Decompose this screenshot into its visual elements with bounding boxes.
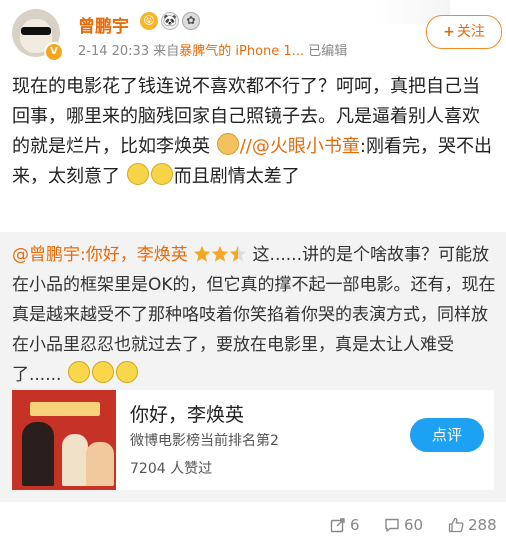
follow-label: 关注 xyxy=(456,24,485,40)
star-full-icon xyxy=(194,245,211,262)
crying-emoji-icon xyxy=(91,361,114,383)
like-count: 288 xyxy=(468,516,497,534)
repost-icon xyxy=(330,518,345,533)
movie-rank: 微博电影榜当前排名第2 xyxy=(130,433,279,449)
repost-separator: // xyxy=(239,136,252,157)
smirk-emoji-icon xyxy=(126,163,149,185)
like-action[interactable]: 288 xyxy=(448,516,497,534)
post-tail: 而且剧情太差了 xyxy=(173,166,300,187)
flower-badge-icon: ✿ xyxy=(182,12,200,30)
thumbs-up-icon xyxy=(448,517,464,533)
post-text: 现在的电影花了钱连说不喜欢都不行了？呵呵，真把自己当回事，哪里来的脑残回家自己照… xyxy=(12,72,494,192)
comment-icon xyxy=(385,518,399,532)
movie-title[interactable]: 你好，李焕英 xyxy=(130,400,244,427)
repost-count: 6 xyxy=(350,516,360,534)
post-source[interactable]: 暴脾气的 iPhone 1... xyxy=(179,44,304,59)
crying-emoji-icon xyxy=(115,361,138,383)
repost-text: @曾鹏宇:你好，李焕英 这......讲的是个啥故事？可能放在小品的框架里是OK… xyxy=(12,240,496,390)
poster-figure xyxy=(22,422,54,486)
mention-link[interactable]: @火眼小书童 xyxy=(252,136,360,157)
star-half-icon xyxy=(230,245,247,262)
repost-author-mention[interactable]: @曾鹏宇 xyxy=(12,245,80,265)
doge-emoji-icon xyxy=(216,133,239,155)
post-time: 2-14 20:33 xyxy=(78,44,150,59)
star-full-icon xyxy=(212,245,229,262)
movie-card[interactable]: 你好，李焕英 微博电影榜当前排名第2 7204 人赞过 点评 xyxy=(12,390,494,490)
smirk-emoji-icon xyxy=(150,163,173,185)
crying-emoji-icon xyxy=(67,361,90,383)
post-header: V 曾鹏宇 😝 🐼 ✿ 2-14 20:33 来自暴脾气的 iPhone 1..… xyxy=(0,0,506,66)
panda-badge-icon: 🐼 xyxy=(161,12,179,30)
user-badges: 😝 🐼 ✿ xyxy=(140,12,200,30)
repost-intro[interactable]: :你好，李焕英 xyxy=(80,245,188,265)
rate-button[interactable]: 点评 xyxy=(410,418,484,452)
edited-label: 已编辑 xyxy=(308,44,348,59)
repost-card[interactable]: @曾鹏宇:你好，李焕英 这......讲的是个啥故事？可能放在小品的框架里是OK… xyxy=(0,232,506,502)
username[interactable]: 曾鹏宇 xyxy=(78,12,129,37)
repost-action[interactable]: 6 xyxy=(330,516,360,534)
emoji-badge-icon: 😝 xyxy=(140,12,158,30)
plus-icon: + xyxy=(443,24,455,40)
avatar-sunglasses xyxy=(21,27,51,35)
action-bar: 6 60 288 xyxy=(0,512,506,541)
follow-button[interactable]: + 关注 xyxy=(426,15,502,49)
verified-icon: V xyxy=(44,42,64,62)
poster-title-art xyxy=(30,402,100,416)
source-prefix: 来自 xyxy=(153,44,180,59)
poster-figure xyxy=(62,434,88,486)
movie-likes: 7204 人赞过 xyxy=(130,461,213,477)
poster-figure xyxy=(86,442,114,486)
comment-count: 60 xyxy=(404,516,424,534)
movie-poster[interactable] xyxy=(12,390,116,490)
post-meta: 2-14 20:33 来自暴脾气的 iPhone 1... 已编辑 xyxy=(78,40,347,59)
comment-action[interactable]: 60 xyxy=(384,516,423,534)
